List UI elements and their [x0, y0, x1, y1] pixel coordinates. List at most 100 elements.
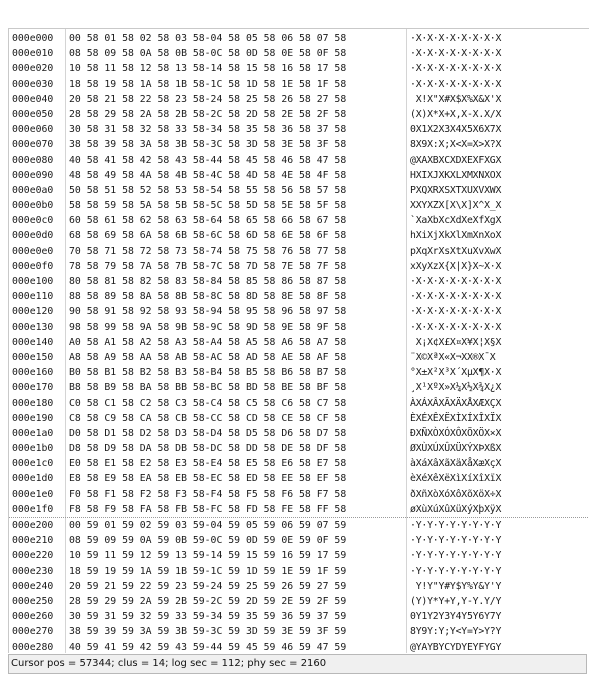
row-ascii[interactable]: ·X·X·X·X·X·X·X·X: [410, 304, 501, 319]
row-hex-bytes[interactable]: 38 59 39 59 3A 59 3B 59-3C 59 3D 59 3E 5…: [69, 624, 346, 639]
row-ascii[interactable]: 8X9X:X;X<X=X>X?X: [410, 137, 501, 152]
row-hex-bytes[interactable]: 40 58 41 58 42 58 43 58-44 58 45 58 46 5…: [69, 153, 346, 168]
row-hex-bytes[interactable]: C8 58 C9 58 CA 58 CB 58-CC 58 CD 58 CE 5…: [69, 411, 346, 426]
hex-row[interactable]: 000e130 98 58 99 58 9A 58 9B 58-9C 58 9D …: [9, 320, 589, 335]
hex-row[interactable]: 000e080 40 58 41 58 42 58 43 58-44 58 45 …: [9, 153, 589, 168]
hex-row[interactable]: 000e270 38 59 39 59 3A 59 3B 59-3C 59 3D …: [9, 624, 589, 639]
row-ascii[interactable]: øXùXúXûXüXýXþXÿX: [410, 502, 501, 517]
row-ascii[interactable]: X!X"X#X$X%X&X'X: [410, 92, 502, 107]
row-hex-bytes[interactable]: 18 59 19 59 1A 59 1B 59-1C 59 1D 59 1E 5…: [69, 564, 346, 579]
row-ascii[interactable]: `XaXbXcXdXeXfXgX: [410, 213, 501, 228]
row-hex-bytes[interactable]: E8 58 E9 58 EA 58 EB 58-EC 58 ED 58 EE 5…: [69, 471, 346, 486]
row-ascii[interactable]: ØXÙXÚXÛXÜXÝXÞXßX: [410, 441, 501, 456]
row-hex-bytes[interactable]: C0 58 C1 58 C2 58 C3 58-C4 58 C5 58 C6 5…: [69, 396, 346, 411]
row-ascii[interactable]: 0Y1Y2Y3Y4Y5Y6Y7Y: [410, 609, 501, 624]
row-ascii[interactable]: 0X1X2X3X4X5X6X7X: [410, 122, 501, 137]
row-ascii[interactable]: ·X·X·X·X·X·X·X·X: [410, 31, 501, 46]
row-ascii[interactable]: ·Y·Y·Y·Y·Y·Y·Y·Y: [410, 518, 501, 533]
row-ascii[interactable]: ·X·X·X·X·X·X·X·X: [410, 46, 501, 61]
hex-row[interactable]: 000e070 38 58 39 58 3A 58 3B 58-3C 58 3D …: [9, 137, 589, 152]
hex-row[interactable]: 000e0c0 60 58 61 58 62 58 63 58-64 58 65 …: [9, 213, 589, 228]
hex-row[interactable]: 000e200 00 59 01 59 02 59 03 59-04 59 05 …: [9, 517, 589, 533]
hex-row[interactable]: 000e240 20 59 21 59 22 59 23 59-24 59 25 …: [9, 579, 589, 594]
row-hex-bytes[interactable]: 08 59 09 59 0A 59 0B 59-0C 59 0D 59 0E 5…: [69, 533, 346, 548]
row-hex-bytes[interactable]: 30 58 31 58 32 58 33 58-34 58 35 58 36 5…: [69, 122, 346, 137]
row-ascii[interactable]: X¡X¢X£X¤X¥X¦X§X: [410, 335, 502, 350]
row-hex-bytes[interactable]: D0 58 D1 58 D2 58 D3 58-D4 58 D5 58 D6 5…: [69, 426, 346, 441]
row-hex-bytes[interactable]: F8 58 F9 58 FA 58 FB 58-FC 58 FD 58 FE 5…: [69, 502, 346, 517]
row-ascii[interactable]: ðXñXòXóXôXõXöX÷X: [410, 487, 501, 502]
row-ascii[interactable]: @YAYBYCYDYEYFYGY: [410, 640, 501, 654]
row-hex-bytes[interactable]: 30 59 31 59 32 59 33 59-34 59 35 59 36 5…: [69, 609, 346, 624]
hex-row[interactable]: 000e0d0 68 58 69 58 6A 58 6B 58-6C 58 6D …: [9, 228, 589, 243]
row-ascii[interactable]: ·X·X·X·X·X·X·X·X: [410, 61, 501, 76]
row-ascii[interactable]: ·Y·Y·Y·Y·Y·Y·Y·Y: [410, 533, 501, 548]
row-hex-bytes[interactable]: 28 58 29 58 2A 58 2B 58-2C 58 2D 58 2E 5…: [69, 107, 346, 122]
row-ascii[interactable]: ·X·X·X·X·X·X·X·X: [410, 77, 501, 92]
row-hex-bytes[interactable]: 70 58 71 58 72 58 73 58-74 58 75 58 76 5…: [69, 244, 346, 259]
row-ascii[interactable]: ÈXÉXÊXËXÌXÍXÎXÏX: [410, 411, 501, 426]
row-hex-bytes[interactable]: D8 58 D9 58 DA 58 DB 58-DC 58 DD 58 DE 5…: [69, 441, 346, 456]
row-ascii[interactable]: ÀXÁXÂXÃXÄXÅXÆXÇX: [410, 396, 501, 411]
hex-row[interactable]: 000e110 88 58 89 58 8A 58 8B 58-8C 58 8D …: [9, 289, 589, 304]
row-hex-bytes[interactable]: 10 59 11 59 12 59 13 59-14 59 15 59 16 5…: [69, 548, 346, 563]
hex-row[interactable]: 000e1a0 D0 58 D1 58 D2 58 D3 58-D4 58 D5 …: [9, 426, 589, 441]
hex-row[interactable]: 000e1c0 E0 58 E1 58 E2 58 E3 58-E4 58 E5 …: [9, 456, 589, 471]
row-hex-bytes[interactable]: 50 58 51 58 52 58 53 58-54 58 55 58 56 5…: [69, 183, 346, 198]
hex-row[interactable]: 000e160 B0 58 B1 58 B2 58 B3 58-B4 58 B5 …: [9, 365, 589, 380]
row-hex-bytes[interactable]: F0 58 F1 58 F2 58 F3 58-F4 58 F5 58 F6 5…: [69, 487, 346, 502]
hex-row[interactable]: 000e220 10 59 11 59 12 59 13 59-14 59 15 …: [9, 548, 589, 563]
row-ascii[interactable]: xXyXzX{X|X}X~X·X: [410, 259, 501, 274]
hex-row[interactable]: 000e000 00 58 01 58 02 58 03 58-04 58 05 …: [9, 31, 589, 46]
row-ascii[interactable]: ·Y·Y·Y·Y·Y·Y·Y·Y: [410, 548, 501, 563]
hex-row[interactable]: 000e280 40 59 41 59 42 59 43 59-44 59 45 …: [9, 640, 589, 654]
hex-row[interactable]: 000e0b0 58 58 59 58 5A 58 5B 58-5C 58 5D …: [9, 198, 589, 213]
row-hex-bytes[interactable]: 08 58 09 58 0A 58 0B 58-0C 58 0D 58 0E 5…: [69, 46, 346, 61]
hex-row[interactable]: 000e100 80 58 81 58 82 58 83 58-84 58 85 …: [9, 274, 589, 289]
row-ascii[interactable]: HXIXJXKXLXMXNXOX: [410, 168, 501, 183]
row-ascii[interactable]: Y!Y"Y#Y$Y%Y&Y'Y: [410, 579, 502, 594]
hex-row[interactable]: 000e250 28 59 29 59 2A 59 2B 59-2C 59 2D …: [9, 594, 589, 609]
row-ascii[interactable]: èXéXêXëXìXíXîXïX: [410, 471, 501, 486]
row-ascii[interactable]: ÐXÑXÒXÓXÔXÕXÖX×X: [410, 426, 501, 441]
hex-row[interactable]: 000e170 B8 58 B9 58 BA 58 BB 58-BC 58 BD …: [9, 380, 589, 395]
hex-dump-view[interactable]: 000e000 00 58 01 58 02 58 03 58-04 58 05 …: [8, 28, 589, 653]
hex-row[interactable]: 000e1e0 F0 58 F1 58 F2 58 F3 58-F4 58 F5 …: [9, 487, 589, 502]
row-hex-bytes[interactable]: 20 59 21 59 22 59 23 59-24 59 25 59 26 5…: [69, 579, 346, 594]
row-ascii[interactable]: ·X·X·X·X·X·X·X·X: [410, 320, 501, 335]
row-hex-bytes[interactable]: 60 58 61 58 62 58 63 58-64 58 65 58 66 5…: [69, 213, 346, 228]
hex-row[interactable]: 000e260 30 59 31 59 32 59 33 59-34 59 35 …: [9, 609, 589, 624]
hex-row[interactable]: 000e180 C0 58 C1 58 C2 58 C3 58-C4 58 C5 …: [9, 396, 589, 411]
row-hex-bytes[interactable]: 68 58 69 58 6A 58 6B 58-6C 58 6D 58 6E 5…: [69, 228, 346, 243]
hex-row[interactable]: 000e210 08 59 09 59 0A 59 0B 59-0C 59 0D …: [9, 533, 589, 548]
hex-row[interactable]: 000e0f0 78 58 79 58 7A 58 7B 58-7C 58 7D …: [9, 259, 589, 274]
hex-row[interactable]: 000e1b0 D8 58 D9 58 DA 58 DB 58-DC 58 DD …: [9, 441, 589, 456]
row-hex-bytes[interactable]: 88 58 89 58 8A 58 8B 58-8C 58 8D 58 8E 5…: [69, 289, 346, 304]
row-hex-bytes[interactable]: 98 58 99 58 9A 58 9B 58-9C 58 9D 58 9E 5…: [69, 320, 346, 335]
row-ascii[interactable]: XXYXZX[X\X]X^X_X: [410, 198, 501, 213]
row-ascii[interactable]: ·X·X·X·X·X·X·X·X: [410, 289, 501, 304]
row-hex-bytes[interactable]: 40 59 41 59 42 59 43 59-44 59 45 59 46 5…: [69, 640, 346, 654]
hex-row[interactable]: 000e090 48 58 49 58 4A 58 4B 58-4C 58 4D …: [9, 168, 589, 183]
row-ascii[interactable]: ·Y·Y·Y·Y·Y·Y·Y·Y: [410, 564, 501, 579]
hex-row[interactable]: 000e040 20 58 21 58 22 58 23 58-24 58 25 …: [9, 92, 589, 107]
hex-row[interactable]: 000e060 30 58 31 58 32 58 33 58-34 58 35 …: [9, 122, 589, 137]
row-hex-bytes[interactable]: 00 58 01 58 02 58 03 58-04 58 05 58 06 5…: [69, 31, 346, 46]
row-hex-bytes[interactable]: 58 58 59 58 5A 58 5B 58-5C 58 5D 58 5E 5…: [69, 198, 346, 213]
row-hex-bytes[interactable]: 78 58 79 58 7A 58 7B 58-7C 58 7D 58 7E 5…: [69, 259, 346, 274]
row-ascii[interactable]: àXáXâXãXäXåXæXçX: [410, 456, 501, 471]
row-hex-bytes[interactable]: 38 58 39 58 3A 58 3B 58-3C 58 3D 58 3E 5…: [69, 137, 346, 152]
hex-row[interactable]: 000e150 A8 58 A9 58 AA 58 AB 58-AC 58 AD …: [9, 350, 589, 365]
hex-row[interactable]: 000e050 28 58 29 58 2A 58 2B 58-2C 58 2D …: [9, 107, 589, 122]
row-hex-bytes[interactable]: B0 58 B1 58 B2 58 B3 58-B4 58 B5 58 B6 5…: [69, 365, 346, 380]
row-hex-bytes[interactable]: A8 58 A9 58 AA 58 AB 58-AC 58 AD 58 AE 5…: [69, 350, 346, 365]
row-hex-bytes[interactable]: B8 58 B9 58 BA 58 BB 58-BC 58 BD 58 BE 5…: [69, 380, 346, 395]
hex-row[interactable]: 000e120 90 58 91 58 92 58 93 58-94 58 95 …: [9, 304, 589, 319]
hex-row[interactable]: 000e0e0 70 58 71 58 72 58 73 58-74 58 75 …: [9, 244, 589, 259]
row-ascii[interactable]: PXQXRXSXTXUXVXWX: [410, 183, 501, 198]
hex-row[interactable]: 000e030 18 58 19 58 1A 58 1B 58-1C 58 1D …: [9, 77, 589, 92]
row-hex-bytes[interactable]: E0 58 E1 58 E2 58 E3 58-E4 58 E5 58 E6 5…: [69, 456, 346, 471]
hex-row[interactable]: 000e020 10 58 11 58 12 58 13 58-14 58 15 …: [9, 61, 589, 76]
row-ascii[interactable]: (Y)Y*Y+Y,Y-Y.Y/Y: [410, 594, 501, 609]
row-hex-bytes[interactable]: A0 58 A1 58 A2 58 A3 58-A4 58 A5 58 A6 5…: [69, 335, 346, 350]
